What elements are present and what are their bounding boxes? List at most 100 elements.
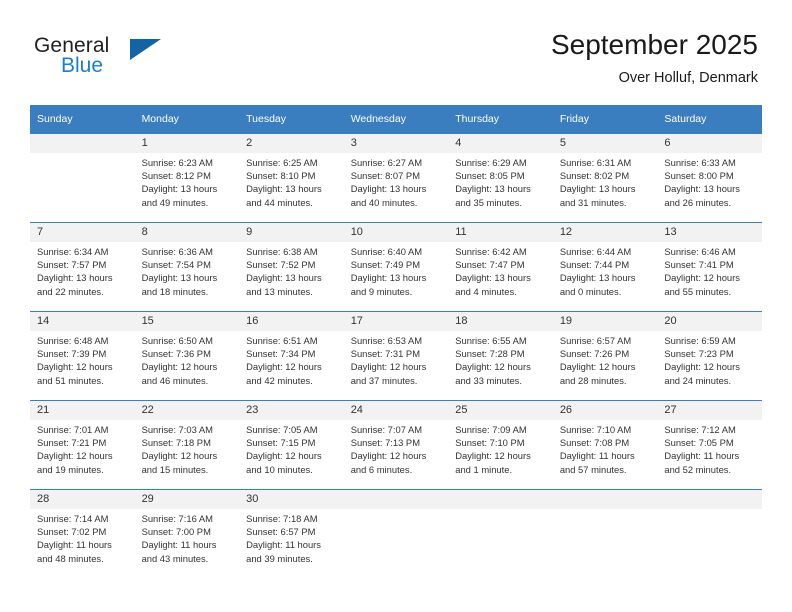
calendar-day-cell[interactable]: 7 Sunrise: 6:34 AM Sunset: 7:57 PM Daylight… (30, 222, 135, 311)
day-number: 22 (134, 401, 240, 420)
day-details: Sunrise: 6:46 AM Sunset: 7:41 PM Daylight:… (657, 242, 762, 298)
calendar-page: General Blue September 2025 Over Holluf,… (0, 0, 792, 612)
day-cell-inner (448, 489, 553, 578)
sunrise-text: Sunrise: 7:05 AM (246, 424, 318, 435)
calendar-day-cell[interactable]: 14 Sunrise: 6:48 AM Sunset: 7:39 PM Dayligh… (30, 311, 135, 400)
daylight-text-line2: and 35 minutes. (455, 196, 522, 208)
calendar-day-cell[interactable]: 3 Sunrise: 6:27 AM Sunset: 8:07 PM Daylight… (343, 133, 449, 222)
sunset-text: Sunset: 7:21 PM (37, 437, 107, 449)
day-cell-inner: 10 Sunrise: 6:40 AM Sunset: 7:49 PM Dayligh… (343, 222, 449, 311)
day-details: Sunrise: 6:34 AM Sunset: 7:57 PM Daylight:… (30, 242, 135, 298)
sunset-text: Sunset: 7:34 PM (246, 348, 316, 360)
daylight-text-line1: Daylight: 13 hours (141, 183, 218, 195)
calendar-day-cell[interactable]: 20 Sunrise: 6:59 AM Sunset: 7:23 PM Dayligh… (657, 311, 762, 400)
calendar-week-row: 14 Sunrise: 6:48 AM Sunset: 7:39 PM Dayligh… (30, 311, 762, 400)
calendar-day-cell (657, 489, 762, 578)
daylight-text-line2: and 18 minutes. (141, 285, 209, 297)
day-details: Sunrise: 6:44 AM Sunset: 7:44 PM Daylight:… (553, 242, 658, 298)
day-cell-inner: 28 Sunrise: 7:14 AM Sunset: 7:02 PM Dayligh… (30, 489, 135, 578)
day-number: 11 (448, 223, 553, 242)
daylight-text-line1: Daylight: 12 hours (350, 450, 427, 462)
day-cell-inner: 22 Sunrise: 7:03 AM Sunset: 7:18 PM Dayligh… (134, 400, 240, 489)
calendar-day-cell[interactable]: 26 Sunrise: 7:10 AM Sunset: 7:08 PM Dayligh… (552, 400, 658, 489)
daylight-text-line2: and 1 minute. (455, 463, 513, 475)
daylight-text-line2: and 28 minutes. (559, 374, 627, 386)
day-details: Sunrise: 7:07 AM Sunset: 7:13 PM Daylight:… (344, 420, 449, 476)
sunrise-text: Sunrise: 6:33 AM (664, 157, 736, 168)
calendar-day-cell[interactable]: 9 Sunrise: 6:38 AM Sunset: 7:52 PM Daylight… (239, 222, 344, 311)
day-cell-inner: 8 Sunrise: 6:36 AM Sunset: 7:54 PM Daylight… (134, 222, 240, 311)
calendar-day-cell[interactable]: 4 Sunrise: 6:29 AM Sunset: 8:05 PM Daylight… (448, 133, 553, 222)
brand-name-blue: Blue (61, 54, 104, 77)
day-cell-inner: 21 Sunrise: 7:01 AM Sunset: 7:21 PM Dayligh… (30, 400, 135, 489)
day-number: 25 (448, 401, 553, 420)
day-number: 2 (239, 134, 344, 153)
calendar-day-cell[interactable]: 28 Sunrise: 7:14 AM Sunset: 7:02 PM Dayligh… (30, 489, 135, 578)
daylight-text-line2: and 33 minutes. (455, 374, 522, 386)
calendar-day-cell[interactable]: 16 Sunrise: 6:51 AM Sunset: 7:34 PM Dayligh… (239, 311, 344, 400)
day-number: 17 (343, 312, 449, 331)
calendar-day-cell[interactable]: 27 Sunrise: 7:12 AM Sunset: 7:05 PM Dayligh… (657, 400, 762, 489)
daylight-text-line1: Daylight: 13 hours (141, 272, 218, 284)
sunrise-text: Sunrise: 6:29 AM (455, 157, 527, 168)
sunrise-text: Sunrise: 7:01 AM (37, 424, 109, 435)
weekday-header-thursday: Thursday (448, 105, 553, 133)
day-details: Sunrise: 7:18 AM Sunset: 6:57 PM Daylight:… (239, 509, 344, 565)
sunset-text: Sunset: 7:54 PM (141, 259, 211, 271)
calendar-day-cell[interactable]: 29 Sunrise: 7:16 AM Sunset: 7:00 PM Dayligh… (134, 489, 240, 578)
day-number: 18 (448, 312, 553, 331)
calendar-day-cell[interactable]: 11 Sunrise: 6:42 AM Sunset: 7:47 PM Dayligh… (448, 222, 553, 311)
day-cell-inner: 12 Sunrise: 6:44 AM Sunset: 7:44 PM Dayligh… (552, 222, 658, 311)
calendar-day-cell[interactable]: 22 Sunrise: 7:03 AM Sunset: 7:18 PM Dayligh… (134, 400, 240, 489)
calendar-day-cell[interactable]: 30 Sunrise: 7:18 AM Sunset: 6:57 PM Dayligh… (239, 489, 344, 578)
sunset-text: Sunset: 7:41 PM (664, 259, 734, 271)
day-number (30, 134, 135, 153)
day-number: 14 (30, 312, 135, 331)
sunset-text: Sunset: 7:18 PM (141, 437, 211, 449)
calendar-day-cell[interactable]: 8 Sunrise: 6:36 AM Sunset: 7:54 PM Daylight… (134, 222, 240, 311)
calendar-week-row: 7 Sunrise: 6:34 AM Sunset: 7:57 PM Daylight… (30, 222, 762, 311)
calendar-day-cell[interactable]: 2 Sunrise: 6:25 AM Sunset: 8:10 PM Daylight… (239, 133, 344, 222)
calendar-day-cell[interactable]: 19 Sunrise: 6:57 AM Sunset: 7:26 PM Dayligh… (552, 311, 658, 400)
day-cell-inner: 17 Sunrise: 6:53 AM Sunset: 7:31 PM Dayligh… (343, 311, 449, 400)
sunset-text: Sunset: 7:47 PM (455, 259, 525, 271)
sunrise-text: Sunrise: 6:23 AM (141, 157, 213, 168)
calendar-day-cell[interactable]: 1 Sunrise: 6:23 AM Sunset: 8:12 PM Daylight… (134, 133, 240, 222)
daylight-text-line1: Daylight: 13 hours (350, 183, 427, 195)
calendar-day-cell[interactable]: 18 Sunrise: 6:55 AM Sunset: 7:28 PM Dayligh… (448, 311, 553, 400)
day-cell-inner (30, 133, 135, 222)
sunrise-text: Sunrise: 7:09 AM (455, 424, 527, 435)
triangle-logo-icon (130, 39, 161, 60)
sunset-text: Sunset: 6:57 PM (246, 526, 316, 538)
calendar-day-cell[interactable]: 6 Sunrise: 6:33 AM Sunset: 8:00 PM Daylight… (657, 133, 762, 222)
day-details: Sunrise: 6:53 AM Sunset: 7:31 PM Daylight:… (344, 331, 449, 387)
daylight-text-line1: Daylight: 13 hours (559, 272, 636, 284)
daylight-text-line2: and 24 minutes. (664, 374, 732, 386)
day-cell-inner: 5 Sunrise: 6:31 AM Sunset: 8:02 PM Daylight… (552, 133, 658, 222)
day-cell-inner: 19 Sunrise: 6:57 AM Sunset: 7:26 PM Dayligh… (552, 311, 658, 400)
sunset-text: Sunset: 7:44 PM (559, 259, 630, 271)
daylight-text-line2: and 10 minutes. (246, 463, 313, 475)
calendar-day-cell[interactable]: 5 Sunrise: 6:31 AM Sunset: 8:02 PM Daylight… (552, 133, 658, 222)
day-details: Sunrise: 6:36 AM Sunset: 7:54 PM Daylight:… (135, 242, 240, 298)
calendar-day-cell[interactable]: 24 Sunrise: 7:07 AM Sunset: 7:13 PM Dayligh… (343, 400, 449, 489)
calendar-day-cell[interactable]: 12 Sunrise: 6:44 AM Sunset: 7:44 PM Dayligh… (552, 222, 658, 311)
calendar-day-cell[interactable]: 10 Sunrise: 6:40 AM Sunset: 7:49 PM Dayligh… (343, 222, 449, 311)
calendar-day-cell[interactable]: 17 Sunrise: 6:53 AM Sunset: 7:31 PM Dayligh… (343, 311, 449, 400)
daylight-text-line2: and 51 minutes. (37, 374, 104, 386)
calendar-day-cell[interactable]: 23 Sunrise: 7:05 AM Sunset: 7:15 PM Dayligh… (239, 400, 344, 489)
weekday-header-row: Sunday Monday Tuesday Wednesday Thursday… (30, 105, 762, 133)
sunrise-text: Sunrise: 6:59 AM (664, 335, 736, 346)
brand-logo[interactable]: General Blue (34, 34, 214, 86)
calendar-day-cell[interactable]: 13 Sunrise: 6:46 AM Sunset: 7:41 PM Dayligh… (657, 222, 762, 311)
sunset-text: Sunset: 8:02 PM (559, 170, 630, 182)
calendar-day-cell[interactable]: 21 Sunrise: 7:01 AM Sunset: 7:21 PM Dayligh… (30, 400, 135, 489)
day-details: Sunrise: 7:14 AM Sunset: 7:02 PM Daylight:… (30, 509, 135, 565)
day-cell-inner: 13 Sunrise: 6:46 AM Sunset: 7:41 PM Dayligh… (657, 222, 762, 311)
day-cell-inner: 11 Sunrise: 6:42 AM Sunset: 7:47 PM Dayligh… (448, 222, 553, 311)
calendar-day-cell[interactable]: 25 Sunrise: 7:09 AM Sunset: 7:10 PM Dayligh… (448, 400, 553, 489)
page-subtitle: Over Holluf, Denmark (618, 70, 758, 86)
day-number: 8 (134, 223, 240, 242)
calendar-day-cell[interactable]: 15 Sunrise: 6:50 AM Sunset: 7:36 PM Dayligh… (134, 311, 240, 400)
sunset-text: Sunset: 7:52 PM (246, 259, 316, 271)
